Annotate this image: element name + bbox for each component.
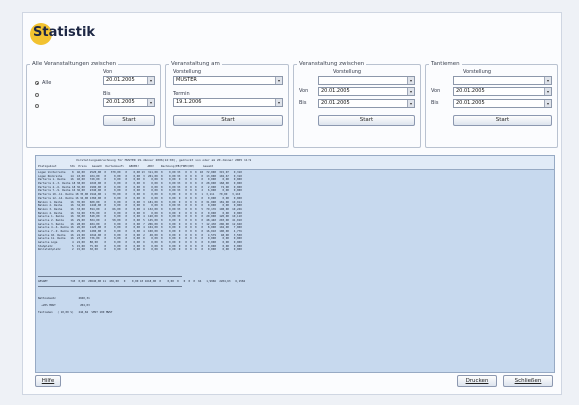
vat-line: +20% MWST 204,03 [38,303,90,307]
start-button-all[interactable]: Start [103,115,155,126]
chevron-down-icon[interactable] [544,100,551,107]
report-rows: Logen Vorderreihe 8 46,00 2520,00 0 370,… [38,170,242,252]
group-am-legend: Veranstaltung am [171,61,220,67]
start-button-am[interactable]: Start [173,115,283,126]
von-label: Von [299,88,309,94]
bis-date-field[interactable]: 20.01.2005 [103,98,155,107]
vorstellung-select[interactable]: MUSTER [173,76,283,85]
group-zwischen-legend: Veranstaltung zwischen [299,61,365,67]
print-button[interactable]: Drucken [457,375,497,387]
close-button[interactable]: Schließen [503,375,553,387]
chevron-down-icon[interactable] [407,77,414,84]
von-label: Von [103,69,113,75]
von-label: Von [431,88,441,94]
von-date-field[interactable]: 20.01.2005 [103,76,155,85]
group-all-legend: Alle Veranstaltungen zwischen [32,61,117,67]
bis-date-field[interactable]: 20.01.2005 [318,99,415,108]
vorstellung-label: Vorstellung [463,69,492,75]
von-date-field[interactable]: 20.01.2005 [318,87,415,96]
termin-select[interactable]: 19.1.2006 [173,98,283,107]
vorstellung-select[interactable] [318,76,415,85]
bis-date-field[interactable]: 20.01.2005 [453,99,552,108]
chevron-down-icon[interactable] [407,88,414,95]
report-panel[interactable]: Vorstellungsabrechnung für MUSTER 19.Jän… [35,155,555,373]
group-tantiemen-legend: Tantiemen [431,61,460,67]
sum-divider [38,276,182,277]
chevron-down-icon[interactable] [407,100,414,107]
start-button-tantiemen[interactable]: Start [453,115,552,126]
report-header: Vorstellungsabrechnung für MUSTER 19.Jän… [36,156,554,170]
net-revenue: Nettoumsatz 2040,31 [38,296,90,300]
chevron-down-icon[interactable] [147,99,154,106]
vorstellung-label: Vorstellung [173,69,202,75]
statistik-window: Statistik Alle Veranstaltungen zwischen … [22,12,562,395]
table-row: Rollstuhlplatz 2 15,00 30,00 0 0,00 0 0,… [38,247,242,252]
report-sum-row: GESAMT 743 0,00 20640,00 11 436,00 0 0,0… [38,279,246,283]
bis-label: Bis [103,91,111,97]
radio-option-2[interactable] [35,93,39,97]
royalties-line: Tantiemen ( 10,00 %) 244,84 %MST 100 MWS… [38,310,113,314]
radio-alle-label: Alle [42,80,52,86]
chevron-down-icon[interactable] [275,77,282,84]
vorstellung-select[interactable] [453,76,552,85]
vorstellung-label: Vorstellung [333,69,362,75]
chevron-down-icon[interactable] [147,77,154,84]
report-title: Vorstellungsabrechnung für MUSTER 19.Jän… [76,158,252,162]
von-date-field[interactable]: 20.01.2005 [453,87,552,96]
radio-alle[interactable] [35,81,39,85]
chevron-down-icon[interactable] [544,77,551,84]
sum-divider [38,286,182,287]
termin-label: Termin [173,91,190,97]
radio-option-3[interactable] [35,104,39,108]
report-column-headers: Platzgebiet Stk Preis Gesamt Kartenkaufl… [38,164,214,168]
bis-label: Bis [299,100,307,106]
app-title: Statistik [33,25,96,40]
chevron-down-icon[interactable] [275,99,282,106]
help-button[interactable]: Hilfe [35,375,61,387]
start-button-zwischen[interactable]: Start [318,115,415,126]
bis-label: Bis [431,100,439,106]
chevron-down-icon[interactable] [544,88,551,95]
